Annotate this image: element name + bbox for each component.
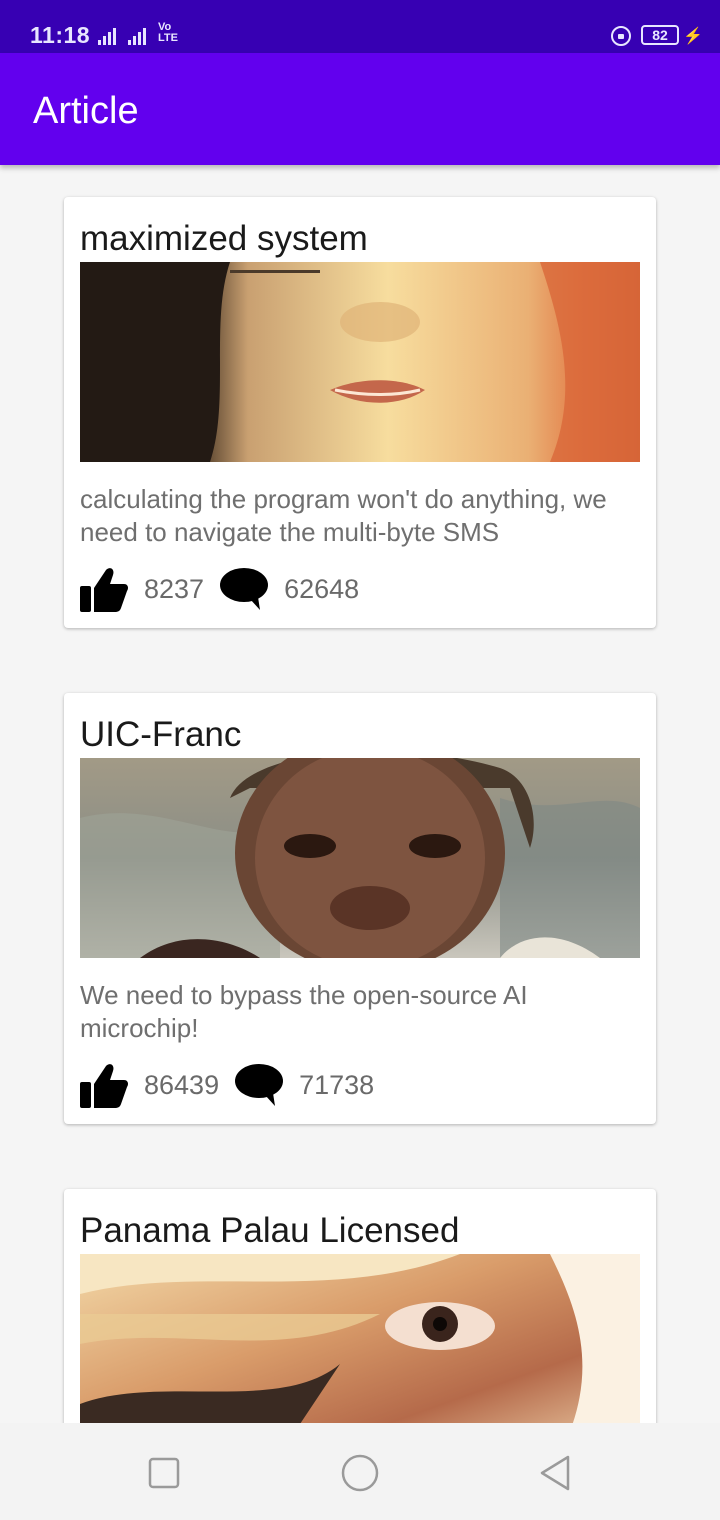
back-button[interactable] (536, 1453, 576, 1493)
article-image (80, 758, 640, 958)
status-time: 11:18 (30, 22, 91, 48)
app-bar: Article (0, 53, 720, 165)
comment-bubble-icon[interactable] (235, 1063, 284, 1107)
comment-bubble-icon[interactable] (220, 567, 269, 611)
article-description: We need to bypass the open-source AI mic… (80, 980, 528, 1043)
article-stats: 86439 71738 (80, 1061, 390, 1109)
like-count: 8237 (144, 573, 205, 604)
rotation-lock-icon (611, 26, 631, 46)
page-title: Article (33, 90, 139, 132)
article-title: UIC-Franc (80, 715, 242, 754)
article-card[interactable]: Panama Palau Licensed (64, 1189, 656, 1454)
signal-icon (98, 27, 116, 45)
like-count: 86439 (144, 1069, 220, 1100)
thumbs-up-icon[interactable] (80, 1062, 128, 1108)
volte-icon: Vo LTE (158, 21, 178, 44)
charging-icon: ⚡ (683, 28, 703, 45)
status-bar: 11:18 Vo LTE 82 ⚡ (0, 0, 720, 53)
article-card[interactable]: UIC-Franc We need to bypass the open-sou… (64, 693, 656, 1124)
article-description: calculating the program won't do anythin… (80, 484, 607, 547)
home-button[interactable] (340, 1453, 380, 1493)
article-title: maximized system (80, 219, 368, 258)
battery-icon: 82 (641, 25, 679, 45)
system-navigation-bar (0, 1423, 720, 1520)
article-stats: 8237 62648 (80, 565, 375, 613)
article-image (80, 262, 640, 462)
thumbs-up-icon[interactable] (80, 566, 128, 612)
recent-apps-button[interactable] (144, 1453, 184, 1493)
signal-icon (128, 27, 146, 45)
comment-count: 62648 (284, 573, 360, 604)
article-title: Panama Palau Licensed (80, 1211, 460, 1250)
article-card[interactable]: maximized system calculating the program… (64, 197, 656, 628)
comment-count: 71738 (299, 1069, 375, 1100)
